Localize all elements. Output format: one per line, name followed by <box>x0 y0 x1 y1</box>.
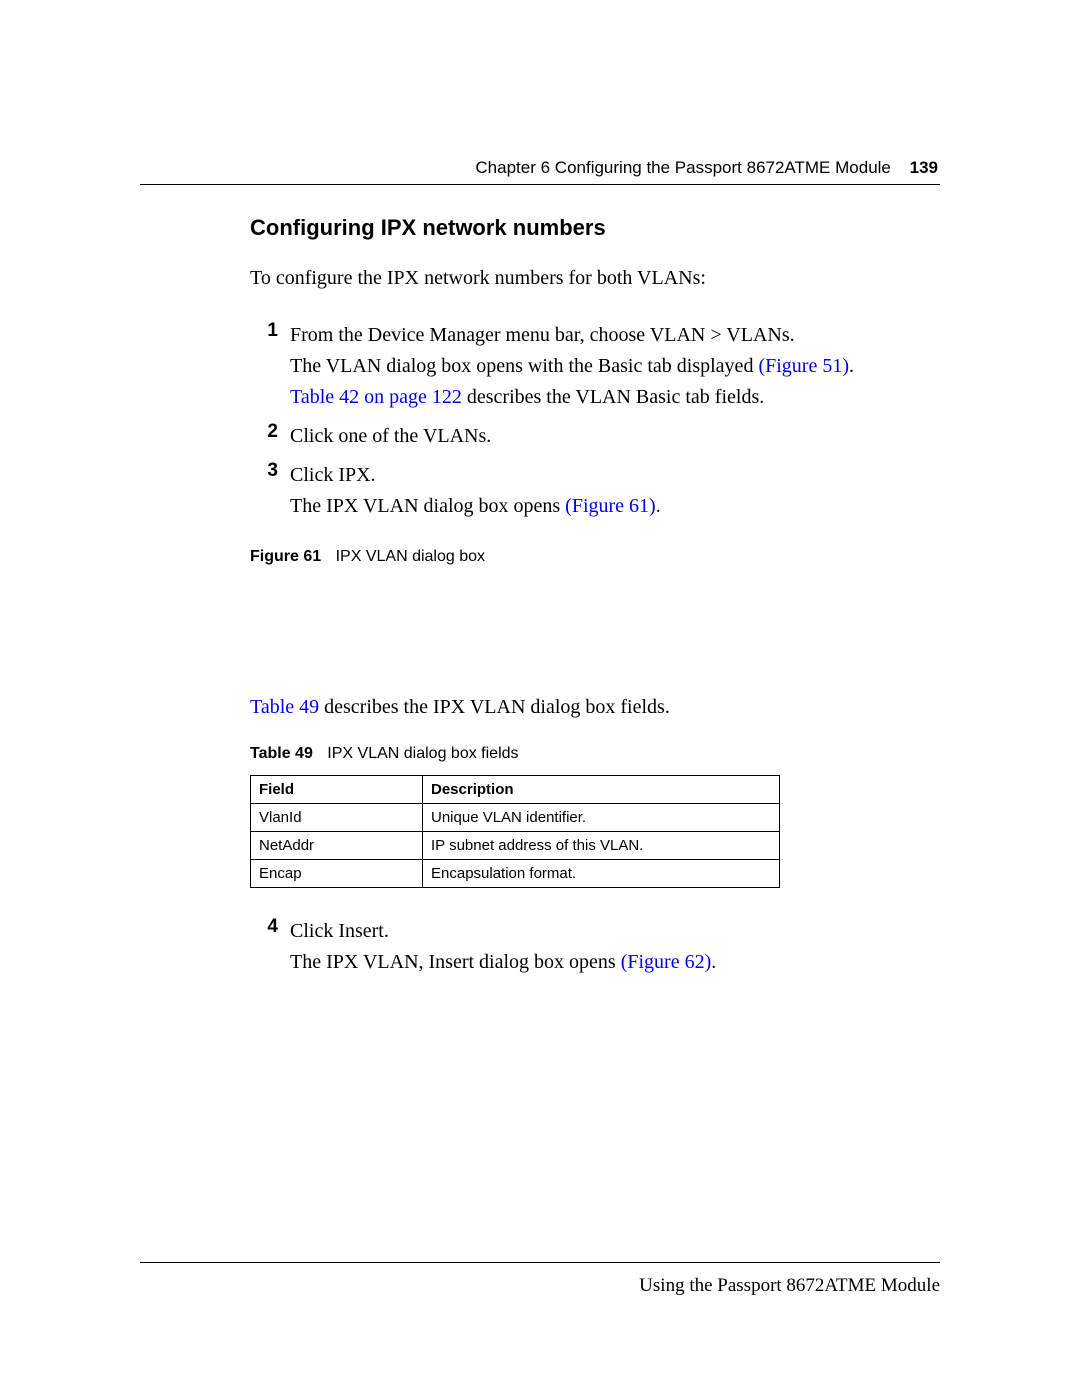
step-text: . <box>849 355 854 377</box>
table-caption: Table 49 IPX VLAN dialog box fields <box>250 745 940 763</box>
cell-field: VlanId <box>251 804 423 832</box>
step-text: . <box>656 495 661 517</box>
step-4: 4 Click Insert. The IPX VLAN, Insert dia… <box>250 916 940 978</box>
table-row: NetAddr IP subnet address of this VLAN. <box>251 832 780 860</box>
table-title: IPX VLAN dialog box fields <box>327 745 518 762</box>
cell-desc: Encapsulation format. <box>423 860 780 888</box>
step-number: 1 <box>250 320 278 342</box>
step-text: The IPX VLAN dialog box opens <box>290 495 565 517</box>
page-number: 139 <box>910 158 938 177</box>
col-header-description: Description <box>423 776 780 804</box>
step-body: Click IPX. The IPX VLAN dialog box opens… <box>290 460 661 522</box>
table-row: Encap Encapsulation format. <box>251 860 780 888</box>
cell-desc: IP subnet address of this VLAN. <box>423 832 780 860</box>
table-link[interactable]: Table 49 <box>250 696 319 718</box>
step-number: 3 <box>250 460 278 482</box>
col-header-field: Field <box>251 776 423 804</box>
step-number: 2 <box>250 421 278 443</box>
page-footer: Using the Passport 8672ATME Module <box>140 1262 940 1297</box>
step-text: The VLAN dialog box opens with the Basic… <box>290 355 758 377</box>
footer-text: Using the Passport 8672ATME Module <box>140 1275 940 1297</box>
step-body: Click Insert. The IPX VLAN, Insert dialo… <box>290 916 716 978</box>
step-text: Click one of the VLANs. <box>290 425 491 447</box>
table-row: VlanId Unique VLAN identifier. <box>251 804 780 832</box>
step-text: Click IPX. <box>290 464 376 486</box>
cell-desc: Unique VLAN identifier. <box>423 804 780 832</box>
cell-field: Encap <box>251 860 423 888</box>
figure-link[interactable]: (Figure 51) <box>758 355 849 377</box>
step-1: 1 From the Device Manager menu bar, choo… <box>250 320 940 413</box>
fields-table: Field Description VlanId Unique VLAN ide… <box>250 775 780 888</box>
step-text: . <box>711 951 716 973</box>
figure-link[interactable]: (Figure 62) <box>621 951 712 973</box>
step-body: From the Device Manager menu bar, choose… <box>290 320 854 413</box>
table-header-row: Field Description <box>251 776 780 804</box>
step-text: The IPX VLAN, Insert dialog box opens <box>290 951 621 973</box>
step-3: 3 Click IPX. The IPX VLAN dialog box ope… <box>250 460 940 522</box>
footer-rule <box>140 1262 940 1263</box>
running-header: Chapter 6 Configuring the Passport 8672A… <box>140 158 940 178</box>
table-label: Table 49 <box>250 745 313 762</box>
figure-placeholder <box>140 566 940 696</box>
paragraph: Table 49 describes the IPX VLAN dialog b… <box>250 696 940 719</box>
steps-list-continued: 4 Click Insert. The IPX VLAN, Insert dia… <box>250 916 940 978</box>
steps-list: 1 From the Device Manager menu bar, choo… <box>250 320 940 522</box>
step-number: 4 <box>250 916 278 938</box>
figure-link[interactable]: (Figure 61) <box>565 495 656 517</box>
step-text: describes the VLAN Basic tab fields. <box>462 386 764 408</box>
cell-field: NetAddr <box>251 832 423 860</box>
figure-label: Figure 61 <box>250 548 321 565</box>
chapter-line: Chapter 6 Configuring the Passport 8672A… <box>475 158 890 177</box>
step-text: Click Insert. <box>290 920 389 942</box>
paragraph-text: describes the IPX VLAN dialog box fields… <box>319 696 670 718</box>
step-body: Click one of the VLANs. <box>290 421 491 452</box>
figure-title: IPX VLAN dialog box <box>336 548 485 565</box>
section-intro: To configure the IPX network numbers for… <box>250 267 940 290</box>
step-2: 2 Click one of the VLANs. <box>250 421 940 452</box>
section-title: Configuring IPX network numbers <box>250 215 940 241</box>
header-rule <box>140 184 940 185</box>
table-link[interactable]: Table 42 on page 122 <box>290 386 462 408</box>
step-text: From the Device Manager menu bar, choose… <box>290 324 795 346</box>
page: Chapter 6 Configuring the Passport 8672A… <box>0 0 1080 978</box>
figure-caption: Figure 61 IPX VLAN dialog box <box>250 548 940 566</box>
